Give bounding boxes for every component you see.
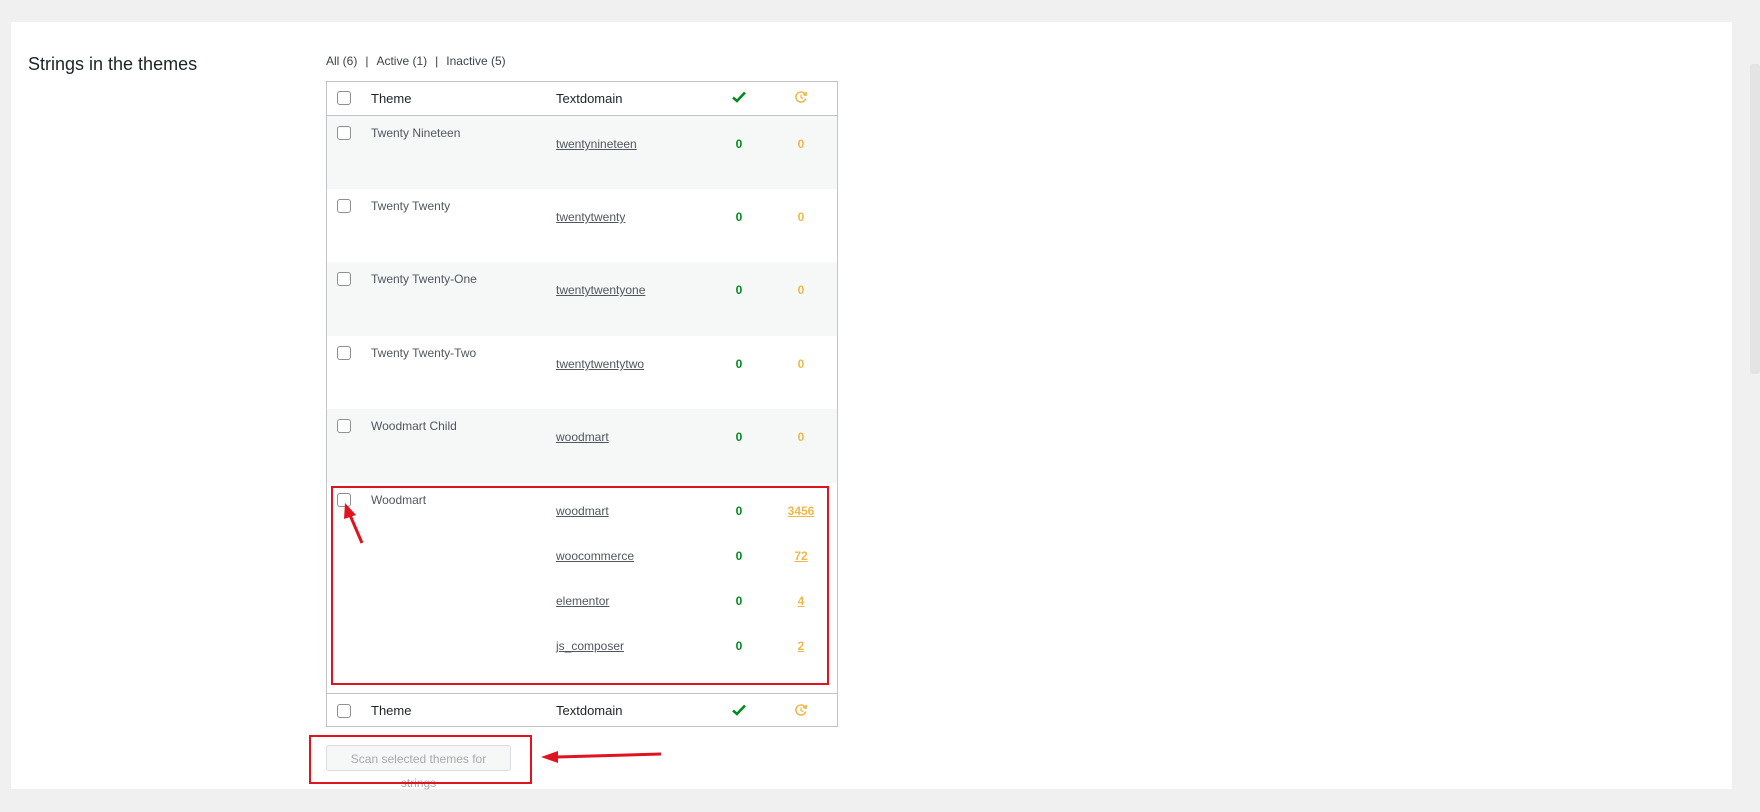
arrow-to-checkbox-icon: [344, 503, 364, 544]
arrow-to-scan-button-icon: [541, 751, 662, 763]
annotation-arrows: [344, 503, 662, 763]
